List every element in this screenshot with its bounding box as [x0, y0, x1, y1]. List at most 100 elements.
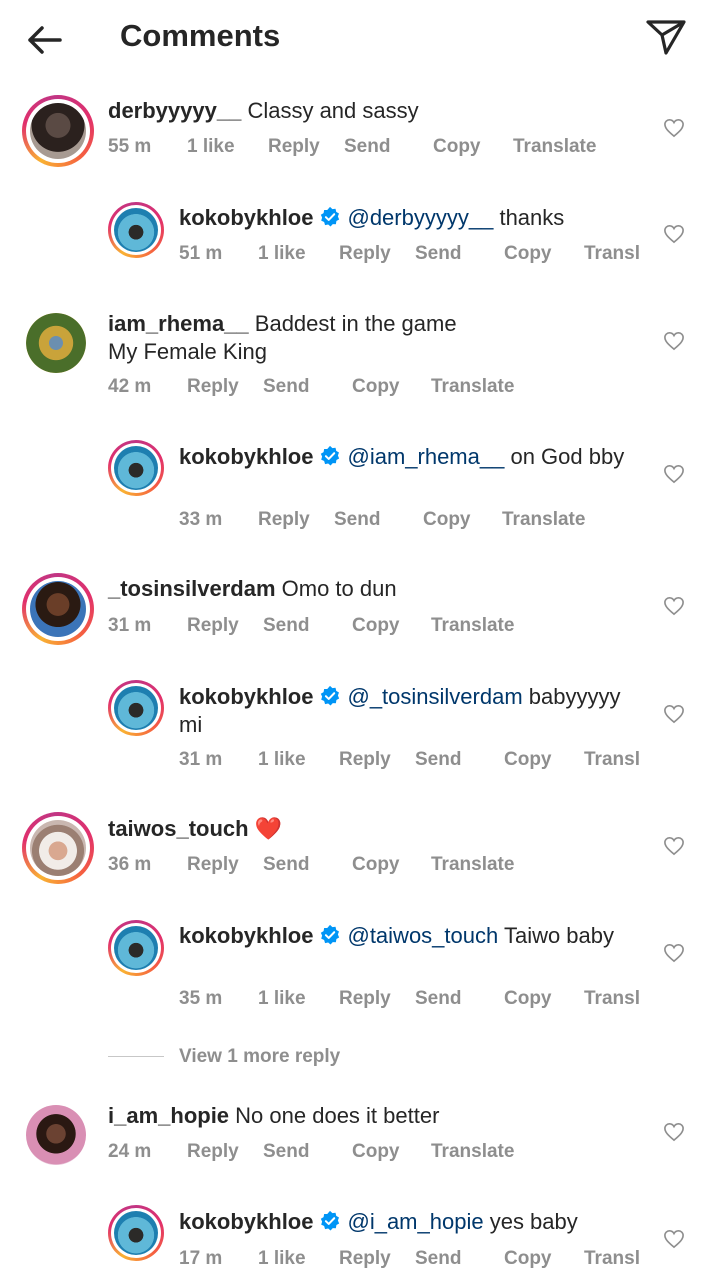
reply-button[interactable]: Reply	[339, 987, 391, 1011]
avatar[interactable]	[26, 1105, 86, 1165]
avatar[interactable]	[108, 202, 164, 258]
send-button[interactable]: Send	[415, 748, 461, 772]
reply-button[interactable]: Reply	[187, 375, 239, 399]
heart-icon[interactable]	[663, 331, 685, 351]
translate-button[interactable]: Transl	[584, 1247, 640, 1271]
send-button[interactable]: Send	[263, 853, 309, 877]
send-button[interactable]: Send	[263, 375, 309, 399]
heart-icon[interactable]	[663, 224, 685, 244]
translate-button[interactable]: Transl	[584, 748, 640, 772]
avatar[interactable]	[108, 1205, 164, 1261]
reply-button[interactable]: Reply	[268, 135, 320, 159]
comment-mention[interactable]: @i_am_hopie	[347, 1209, 483, 1234]
translate-button[interactable]: Translate	[513, 135, 596, 159]
comment-username[interactable]: kokobykhloe	[179, 444, 313, 469]
heart-icon[interactable]	[663, 836, 685, 856]
avatar[interactable]	[22, 95, 94, 167]
heart-icon[interactable]	[663, 943, 685, 963]
share-button[interactable]	[644, 16, 688, 56]
comment-time: 55 m	[108, 136, 152, 157]
reply-button[interactable]: Reply	[339, 242, 391, 266]
copy-button[interactable]: Copy	[504, 242, 552, 266]
send-button[interactable]: Send	[263, 1140, 309, 1164]
comment-username[interactable]: derbyyyyy__	[108, 98, 241, 123]
copy-button[interactable]: Copy	[433, 135, 481, 159]
heart-icon[interactable]	[663, 1229, 685, 1249]
translate-button[interactable]: Translate	[431, 614, 514, 638]
view-more-label[interactable]: View 1 more reply	[179, 1045, 340, 1069]
comment-time: 35 m	[179, 988, 223, 1009]
verified-badge-icon	[321, 1210, 340, 1231]
heart-icon[interactable]	[663, 704, 685, 724]
send-button[interactable]: Send	[334, 508, 380, 532]
comment-time: 33 m	[179, 509, 223, 530]
back-button[interactable]	[22, 20, 70, 60]
translate-button[interactable]: Translate	[431, 375, 514, 399]
heart-icon[interactable]	[663, 596, 685, 616]
translate-button[interactable]: Transl	[584, 987, 640, 1011]
reply-button[interactable]: Reply	[187, 1140, 239, 1164]
comment-username[interactable]: i_am_hopie	[108, 1103, 229, 1128]
comment-item: taiwos_touch ❤️ 36 m Reply Send Copy Tra…	[0, 812, 720, 892]
comment-username[interactable]: taiwos_touch	[108, 816, 249, 841]
comment-username[interactable]: kokobykhloe	[179, 1209, 313, 1234]
comment-text-line2: My Female King	[108, 339, 267, 364]
avatar[interactable]	[108, 680, 164, 736]
comment-text: yes baby	[489, 1209, 578, 1234]
copy-button[interactable]: Copy	[504, 748, 552, 772]
translate-button[interactable]: Translate	[431, 853, 514, 877]
comment-text: on God bby	[510, 444, 625, 469]
avatar[interactable]	[22, 573, 94, 645]
reply-button[interactable]: Reply	[339, 748, 391, 772]
translate-button[interactable]: Translate	[502, 508, 585, 532]
comment-text-line2: mi	[179, 712, 203, 737]
reply-button[interactable]: Reply	[258, 508, 310, 532]
comment-username[interactable]: kokobykhloe	[179, 923, 313, 948]
likes-count[interactable]: 1 like	[258, 1247, 306, 1271]
comment-item: derbyyyyy__ Classy and sassy 55 m 1 like…	[0, 95, 720, 175]
comment-text: babyyyyy	[528, 684, 621, 709]
send-button[interactable]: Send	[415, 987, 461, 1011]
reply-button[interactable]: Reply	[187, 614, 239, 638]
comment-mention[interactable]: @iam_rhema__	[347, 444, 504, 469]
verified-badge-icon	[321, 206, 340, 227]
comment-username[interactable]: kokobykhloe	[179, 684, 313, 709]
likes-count[interactable]: 1 like	[258, 242, 306, 266]
heart-icon[interactable]	[663, 118, 685, 138]
reply-button[interactable]: Reply	[339, 1247, 391, 1271]
likes-count[interactable]: 1 like	[187, 135, 235, 159]
send-button[interactable]: Send	[415, 1247, 461, 1271]
comment-mention[interactable]: @derbyyyyy__	[347, 205, 493, 230]
avatar[interactable]	[22, 812, 94, 884]
copy-button[interactable]: Copy	[352, 1140, 400, 1164]
likes-count[interactable]: 1 like	[258, 748, 306, 772]
send-button[interactable]: Send	[415, 242, 461, 266]
comment-username[interactable]: iam_rhema__	[108, 311, 249, 336]
comment-mention[interactable]: @taiwos_touch	[347, 923, 498, 948]
heart-icon[interactable]	[663, 1122, 685, 1142]
avatar[interactable]	[108, 440, 164, 496]
comment-mention[interactable]: @_tosinsilverdam	[347, 684, 522, 709]
comment-username[interactable]: _tosinsilverdam	[108, 576, 276, 601]
divider-line	[108, 1056, 164, 1057]
comment-time: 31 m	[179, 749, 223, 770]
comment-time: 51 m	[179, 243, 223, 264]
heart-icon[interactable]	[663, 464, 685, 484]
likes-count[interactable]: 1 like	[258, 987, 306, 1011]
translate-button[interactable]: Transl	[584, 242, 640, 266]
comment-time: 42 m	[108, 376, 152, 397]
copy-button[interactable]: Copy	[504, 987, 552, 1011]
copy-button[interactable]: Copy	[352, 375, 400, 399]
comment-item: _tosinsilverdam Omo to dun 31 m Reply Se…	[0, 573, 720, 653]
avatar[interactable]	[108, 920, 164, 976]
copy-button[interactable]: Copy	[352, 614, 400, 638]
translate-button[interactable]: Translate	[431, 1140, 514, 1164]
copy-button[interactable]: Copy	[504, 1247, 552, 1271]
send-button[interactable]: Send	[344, 135, 390, 159]
copy-button[interactable]: Copy	[352, 853, 400, 877]
comment-username[interactable]: kokobykhloe	[179, 205, 313, 230]
reply-button[interactable]: Reply	[187, 853, 239, 877]
avatar[interactable]	[26, 313, 86, 373]
send-button[interactable]: Send	[263, 614, 309, 638]
copy-button[interactable]: Copy	[423, 508, 471, 532]
